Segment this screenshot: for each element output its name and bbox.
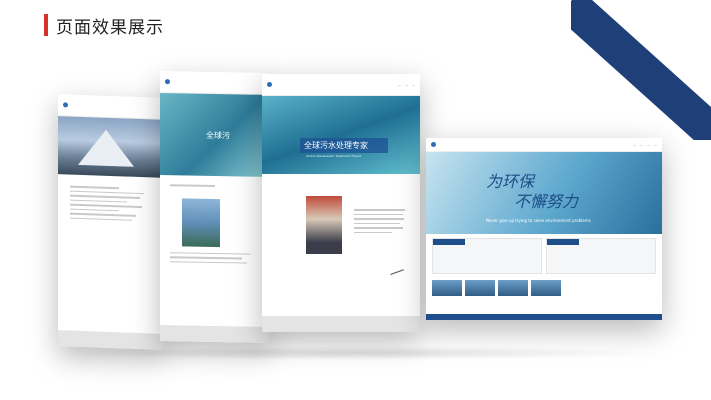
case-thumbnail	[432, 280, 462, 296]
text-block	[160, 175, 270, 273]
signature	[386, 257, 404, 276]
mockup-header	[160, 71, 270, 95]
mockup-page-chairman: — — — 全球污水处理专家 Global Wastewater Treatment…	[262, 74, 420, 332]
home-banner: 为环保 不懈努力 Never give up trying to solve e…	[426, 152, 662, 234]
mockup-header: — — —	[262, 74, 420, 96]
mockup-footer	[426, 314, 662, 320]
mockup-footer	[262, 316, 420, 332]
title-accent-bar	[44, 14, 48, 36]
mountain-image	[58, 116, 164, 178]
mockup-nav: — — —	[398, 82, 415, 87]
text-block	[354, 206, 408, 236]
mockup-footer	[160, 325, 270, 343]
water-banner: 全球污	[160, 93, 270, 177]
product-box	[546, 238, 656, 274]
slogan-line2: 不懈努力	[514, 192, 579, 211]
mockup-page-company: 全球污	[160, 71, 270, 343]
logo-icon	[431, 142, 436, 147]
banner-title: 全球污水处理专家	[300, 138, 388, 153]
logo-icon	[165, 79, 170, 85]
mockup-page-home: — — — — 为环保 不懈努力 Never give up trying to so…	[426, 138, 662, 320]
mockup-page-about	[58, 94, 164, 350]
content-row	[426, 234, 662, 278]
mockup-header: — — — —	[426, 138, 662, 152]
banner-subtitle: Global Wastewater Treatment Expert	[306, 154, 362, 158]
mockup-nav: — — — —	[633, 142, 657, 147]
logo-icon	[63, 102, 68, 108]
building-photo	[182, 197, 220, 247]
news-box	[432, 238, 542, 274]
case-thumbnail	[498, 280, 528, 296]
logo-icon	[267, 82, 272, 87]
case-thumbnail	[465, 280, 495, 296]
case-thumbnail	[531, 280, 561, 296]
water-banner: 全球污水处理专家 Global Wastewater Treatment Exp…	[262, 96, 420, 174]
text-block	[58, 174, 164, 233]
banner-title: 全球污	[206, 130, 230, 141]
corner-decoration	[571, 0, 711, 140]
case-thumbnails	[426, 278, 662, 298]
page-title: 页面效果展示	[56, 18, 164, 38]
portrait-photo	[306, 196, 342, 254]
slogan-english: Never give up trying to solve environmen…	[486, 218, 591, 223]
